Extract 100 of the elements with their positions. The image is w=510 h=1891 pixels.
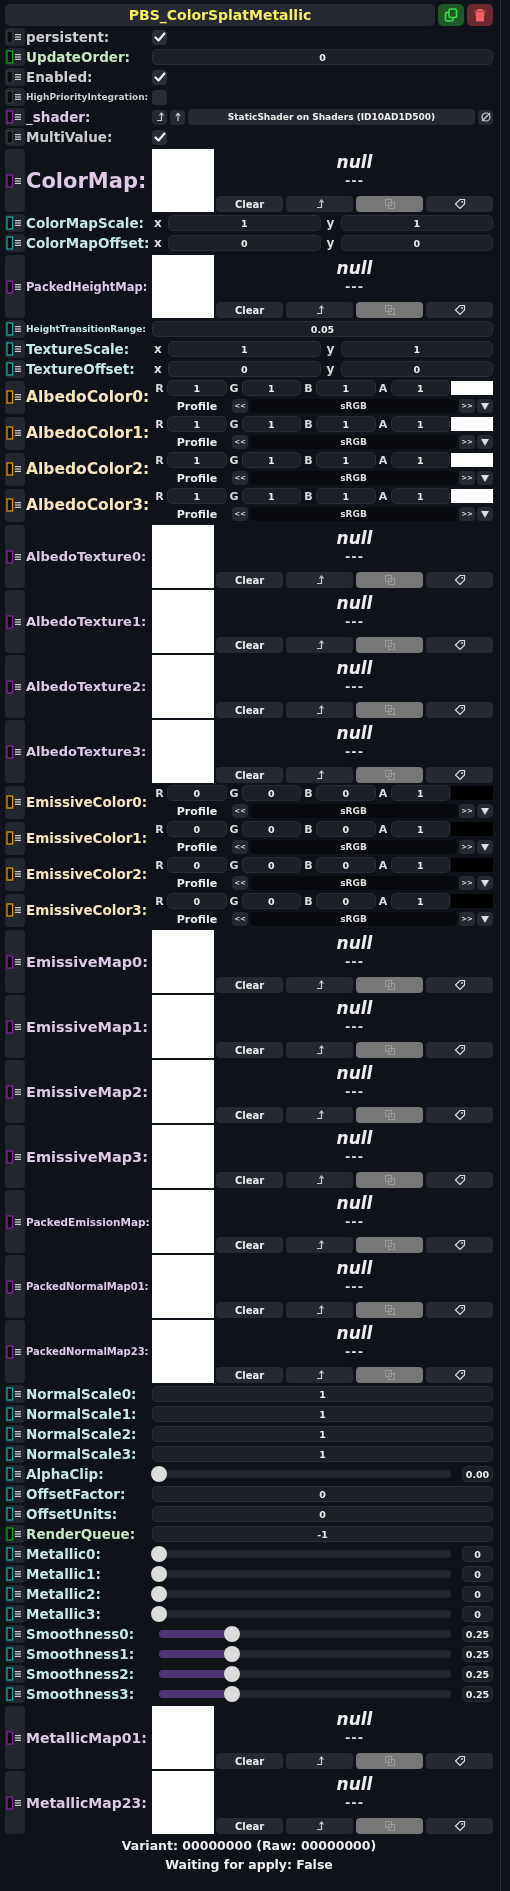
field-handle[interactable] <box>5 590 25 653</box>
field-handle[interactable] <box>5 1665 25 1683</box>
field-handle[interactable] <box>5 320 25 338</box>
field-handle[interactable] <box>5 995 25 1058</box>
field-handle[interactable] <box>5 416 25 450</box>
field-handle[interactable] <box>5 821 25 855</box>
field-handle[interactable] <box>5 720 25 783</box>
clear-button[interactable]: Clear <box>216 1302 283 1318</box>
tag-button[interactable] <box>426 977 493 993</box>
slider[interactable] <box>152 1605 451 1623</box>
delete-button[interactable] <box>467 4 493 26</box>
number-field[interactable]: 0 <box>241 821 301 837</box>
up-arrow-button[interactable] <box>170 109 185 125</box>
number-field[interactable]: 1 <box>390 785 450 801</box>
clear-button[interactable]: Clear <box>216 977 283 993</box>
number-field[interactable]: 0 <box>167 857 227 873</box>
number-field[interactable]: -1 <box>152 1526 493 1542</box>
reference-field[interactable]: StaticShader on Shaders (ID10AD1D500) <box>188 109 475 125</box>
color-swatch[interactable] <box>451 822 493 836</box>
field-handle[interactable] <box>5 1545 25 1563</box>
number-field[interactable]: 1 <box>167 380 227 396</box>
dropdown-button[interactable] <box>477 471 493 485</box>
slider-thumb[interactable] <box>151 1546 167 1562</box>
slider[interactable] <box>152 1545 451 1563</box>
field-handle[interactable] <box>5 1685 25 1703</box>
slider[interactable] <box>152 1465 451 1483</box>
number-field[interactable]: 1 <box>168 215 321 231</box>
number-field[interactable]: 0 <box>340 235 493 251</box>
dropdown-button[interactable] <box>477 399 493 413</box>
field-handle[interactable] <box>5 655 25 718</box>
number-field[interactable]: 1 <box>390 893 450 909</box>
tag-button[interactable] <box>426 1172 493 1188</box>
slider[interactable] <box>152 1585 451 1603</box>
tag-button[interactable] <box>426 1818 493 1834</box>
profile-field[interactable]: sRGB <box>250 912 457 926</box>
clear-button[interactable]: Clear <box>216 1042 283 1058</box>
field-handle[interactable] <box>5 28 25 46</box>
number-field[interactable]: 1 <box>167 452 227 468</box>
clear-button[interactable]: Clear <box>216 1172 283 1188</box>
tag-button[interactable] <box>426 1302 493 1318</box>
number-field[interactable]: 0.00 <box>462 1466 493 1482</box>
dropdown-button[interactable] <box>477 804 493 818</box>
number-field[interactable]: 0 <box>152 49 493 65</box>
number-field[interactable]: 1 <box>316 488 376 504</box>
dropdown-button[interactable] <box>477 876 493 890</box>
tag-button[interactable] <box>426 702 493 718</box>
number-field[interactable]: 0 <box>241 857 301 873</box>
number-field[interactable]: 1 <box>316 380 376 396</box>
field-handle[interactable] <box>5 380 25 414</box>
field-handle[interactable] <box>5 108 25 126</box>
color-swatch[interactable] <box>451 786 493 800</box>
duplicate-button[interactable] <box>438 4 464 26</box>
number-field[interactable]: 1 <box>390 821 450 837</box>
profile-field[interactable]: sRGB <box>250 804 457 818</box>
color-swatch[interactable] <box>451 381 493 395</box>
tag-button[interactable] <box>426 572 493 588</box>
field-handle[interactable] <box>5 360 25 378</box>
number-field[interactable]: 0 <box>167 821 227 837</box>
field-handle[interactable] <box>5 340 25 358</box>
number-field[interactable]: 0.25 <box>462 1686 493 1702</box>
tag-button[interactable] <box>426 1237 493 1253</box>
number-field[interactable]: 1 <box>241 416 301 432</box>
number-field[interactable]: 0 <box>316 893 376 909</box>
clear-button[interactable]: Clear <box>216 1237 283 1253</box>
field-handle[interactable] <box>5 1605 25 1623</box>
number-field[interactable]: 0.25 <box>462 1666 493 1682</box>
field-handle[interactable] <box>5 1320 25 1383</box>
number-field[interactable]: 0 <box>462 1566 493 1582</box>
number-field[interactable]: 0.25 <box>462 1646 493 1662</box>
clear-button[interactable]: Clear <box>216 637 283 653</box>
field-handle[interactable] <box>5 1625 25 1643</box>
field-handle[interactable] <box>5 1645 25 1663</box>
field-handle[interactable] <box>5 1425 25 1443</box>
number-field[interactable]: 1 <box>340 215 493 231</box>
number-field[interactable]: 1 <box>241 380 301 396</box>
slider-thumb[interactable] <box>224 1626 240 1642</box>
number-field[interactable]: 1 <box>152 1426 493 1442</box>
number-field[interactable]: 1 <box>167 416 227 432</box>
field-handle[interactable] <box>5 1125 25 1188</box>
slider-thumb[interactable] <box>224 1646 240 1662</box>
field-handle[interactable] <box>5 785 25 819</box>
tag-button[interactable] <box>426 196 493 212</box>
slider-thumb[interactable] <box>151 1606 167 1622</box>
clear-button[interactable]: Clear <box>216 196 283 212</box>
number-field[interactable]: 1 <box>152 1446 493 1462</box>
clear-button[interactable]: Clear <box>216 572 283 588</box>
clear-button[interactable]: Clear <box>216 1818 283 1834</box>
number-field[interactable]: 0.05 <box>152 321 493 337</box>
tag-button[interactable] <box>426 1753 493 1769</box>
number-field[interactable]: 0 <box>241 893 301 909</box>
clear-button[interactable]: Clear <box>216 767 283 783</box>
number-field[interactable]: 0.25 <box>462 1626 493 1642</box>
field-handle[interactable] <box>5 1190 25 1253</box>
dropdown-button[interactable] <box>477 912 493 926</box>
profile-field[interactable]: sRGB <box>250 471 457 485</box>
clear-button[interactable]: Clear <box>216 1367 283 1383</box>
tag-button[interactable] <box>426 302 493 318</box>
field-handle[interactable] <box>5 1255 25 1318</box>
profile-field[interactable]: sRGB <box>250 840 457 854</box>
number-field[interactable]: 1 <box>167 488 227 504</box>
